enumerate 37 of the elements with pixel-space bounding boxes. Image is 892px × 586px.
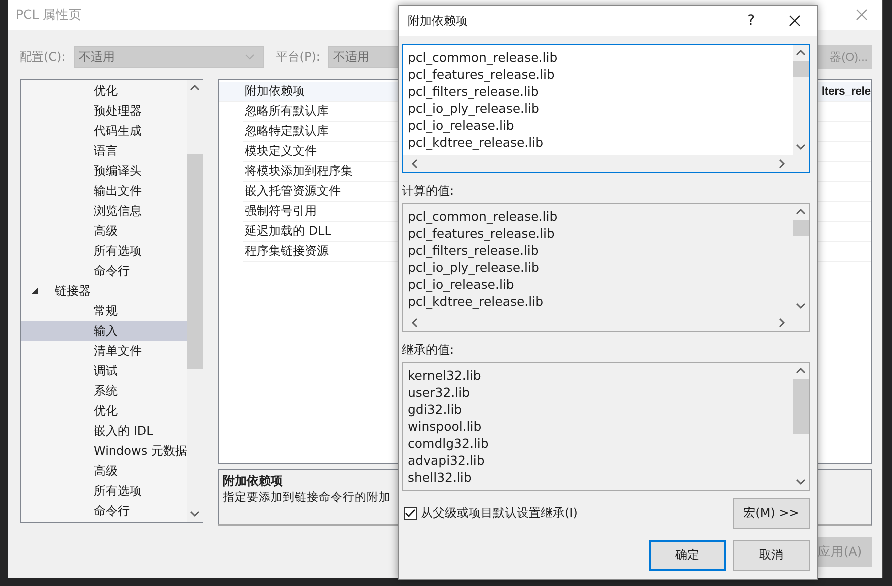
list-item: pcl_io_ply_release.lib [408,100,540,117]
list-item: pcl_filters_release.lib [408,83,540,100]
property-name: 将模块添加到程序集 [244,163,353,180]
property-value: lters_rele [822,86,871,98]
list-item: advapi32.lib [408,452,486,469]
combo-label: 平台(P): [276,48,320,66]
list-item: pcl_io_release.lib [408,276,516,293]
section-label: 计算的值: [402,184,456,198]
list-item: pcl_io_ply_release.lib [408,259,540,276]
list-item: pcl_features_release.lib [408,66,556,83]
property-name: 附加依赖项 [244,83,305,100]
list-item: pcl_kdtree_release.lib [408,293,545,310]
property-name: 延迟加载的 DLL [244,223,332,240]
list-item: user32.lib [408,384,472,401]
list-item: comdlg32.lib [408,435,490,452]
combo-label: 配置(C): [20,48,66,66]
list-item: pcl_features_release.lib [408,225,556,242]
list-item: winspool.lib [408,418,483,435]
list-item: pcl_filters_release.lib [408,242,540,259]
list-item: pcl_kdtree_release.lib [408,134,545,151]
window-title: PCL 属性页 [16,6,82,24]
list-item: pcl_io_release.lib [408,117,516,134]
property-name: 嵌入托管资源文件 [244,183,341,200]
description-text: 指定要添加到链接命令行的附加 [223,489,391,505]
property-name: 强制符号引用 [244,203,317,220]
list-item: pcl_common_release.lib [408,208,559,225]
property-name: 忽略所有默认库 [244,103,329,120]
section-label: 继承的值: [402,343,456,357]
list-item: gdi32.lib [408,401,464,418]
list-item: shell32.lib [408,469,473,486]
list-item: kernel32.lib [408,367,482,384]
property-name: 模块定义文件 [244,143,317,160]
property-name: 程序集链接资源 [244,243,329,260]
property-name: 忽略特定默认库 [244,123,329,140]
list-item: pcl_common_release.lib [408,49,559,66]
dialog-title: 附加依赖项 [408,12,469,30]
description-title: 附加依赖项 [223,473,283,489]
